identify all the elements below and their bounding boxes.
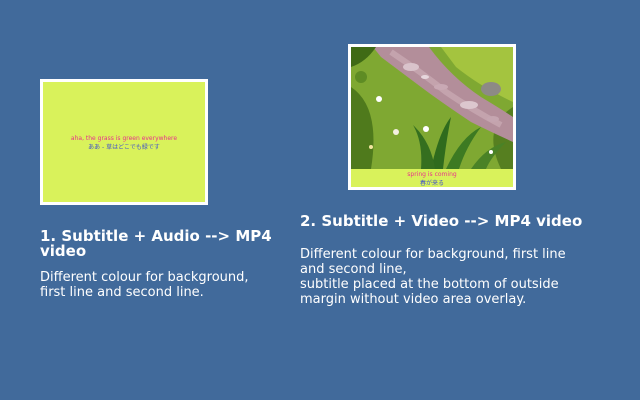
video-scene-illustration xyxy=(351,47,513,169)
subtitle-second-line: ああ - 草はどこでも緑です xyxy=(88,144,160,151)
video-subtitle-thumbnail[interactable]: spring is coming 春が来る xyxy=(348,44,516,190)
audio-subtitle-thumbnail[interactable]: aha, the grass is green everywhere ああ - … xyxy=(40,79,208,205)
card-title-audio: 1. Subtitle + Audio --> MP4 video xyxy=(40,227,272,260)
subtitle-first-line: spring is coming xyxy=(407,171,457,178)
card-title-video: 2. Subtitle + Video --> MP4 video xyxy=(300,212,583,230)
card-description-audio: Different colour for background, first l… xyxy=(40,270,249,300)
card-description-video: Different colour for background, first l… xyxy=(300,247,566,307)
subtitle-second-line: 春が来る xyxy=(419,180,444,187)
video-frame-image xyxy=(351,47,513,169)
subtitle-first-line: aha, the grass is green everywhere xyxy=(70,135,178,142)
slide: aha, the grass is green everywhere ああ - … xyxy=(0,0,640,400)
